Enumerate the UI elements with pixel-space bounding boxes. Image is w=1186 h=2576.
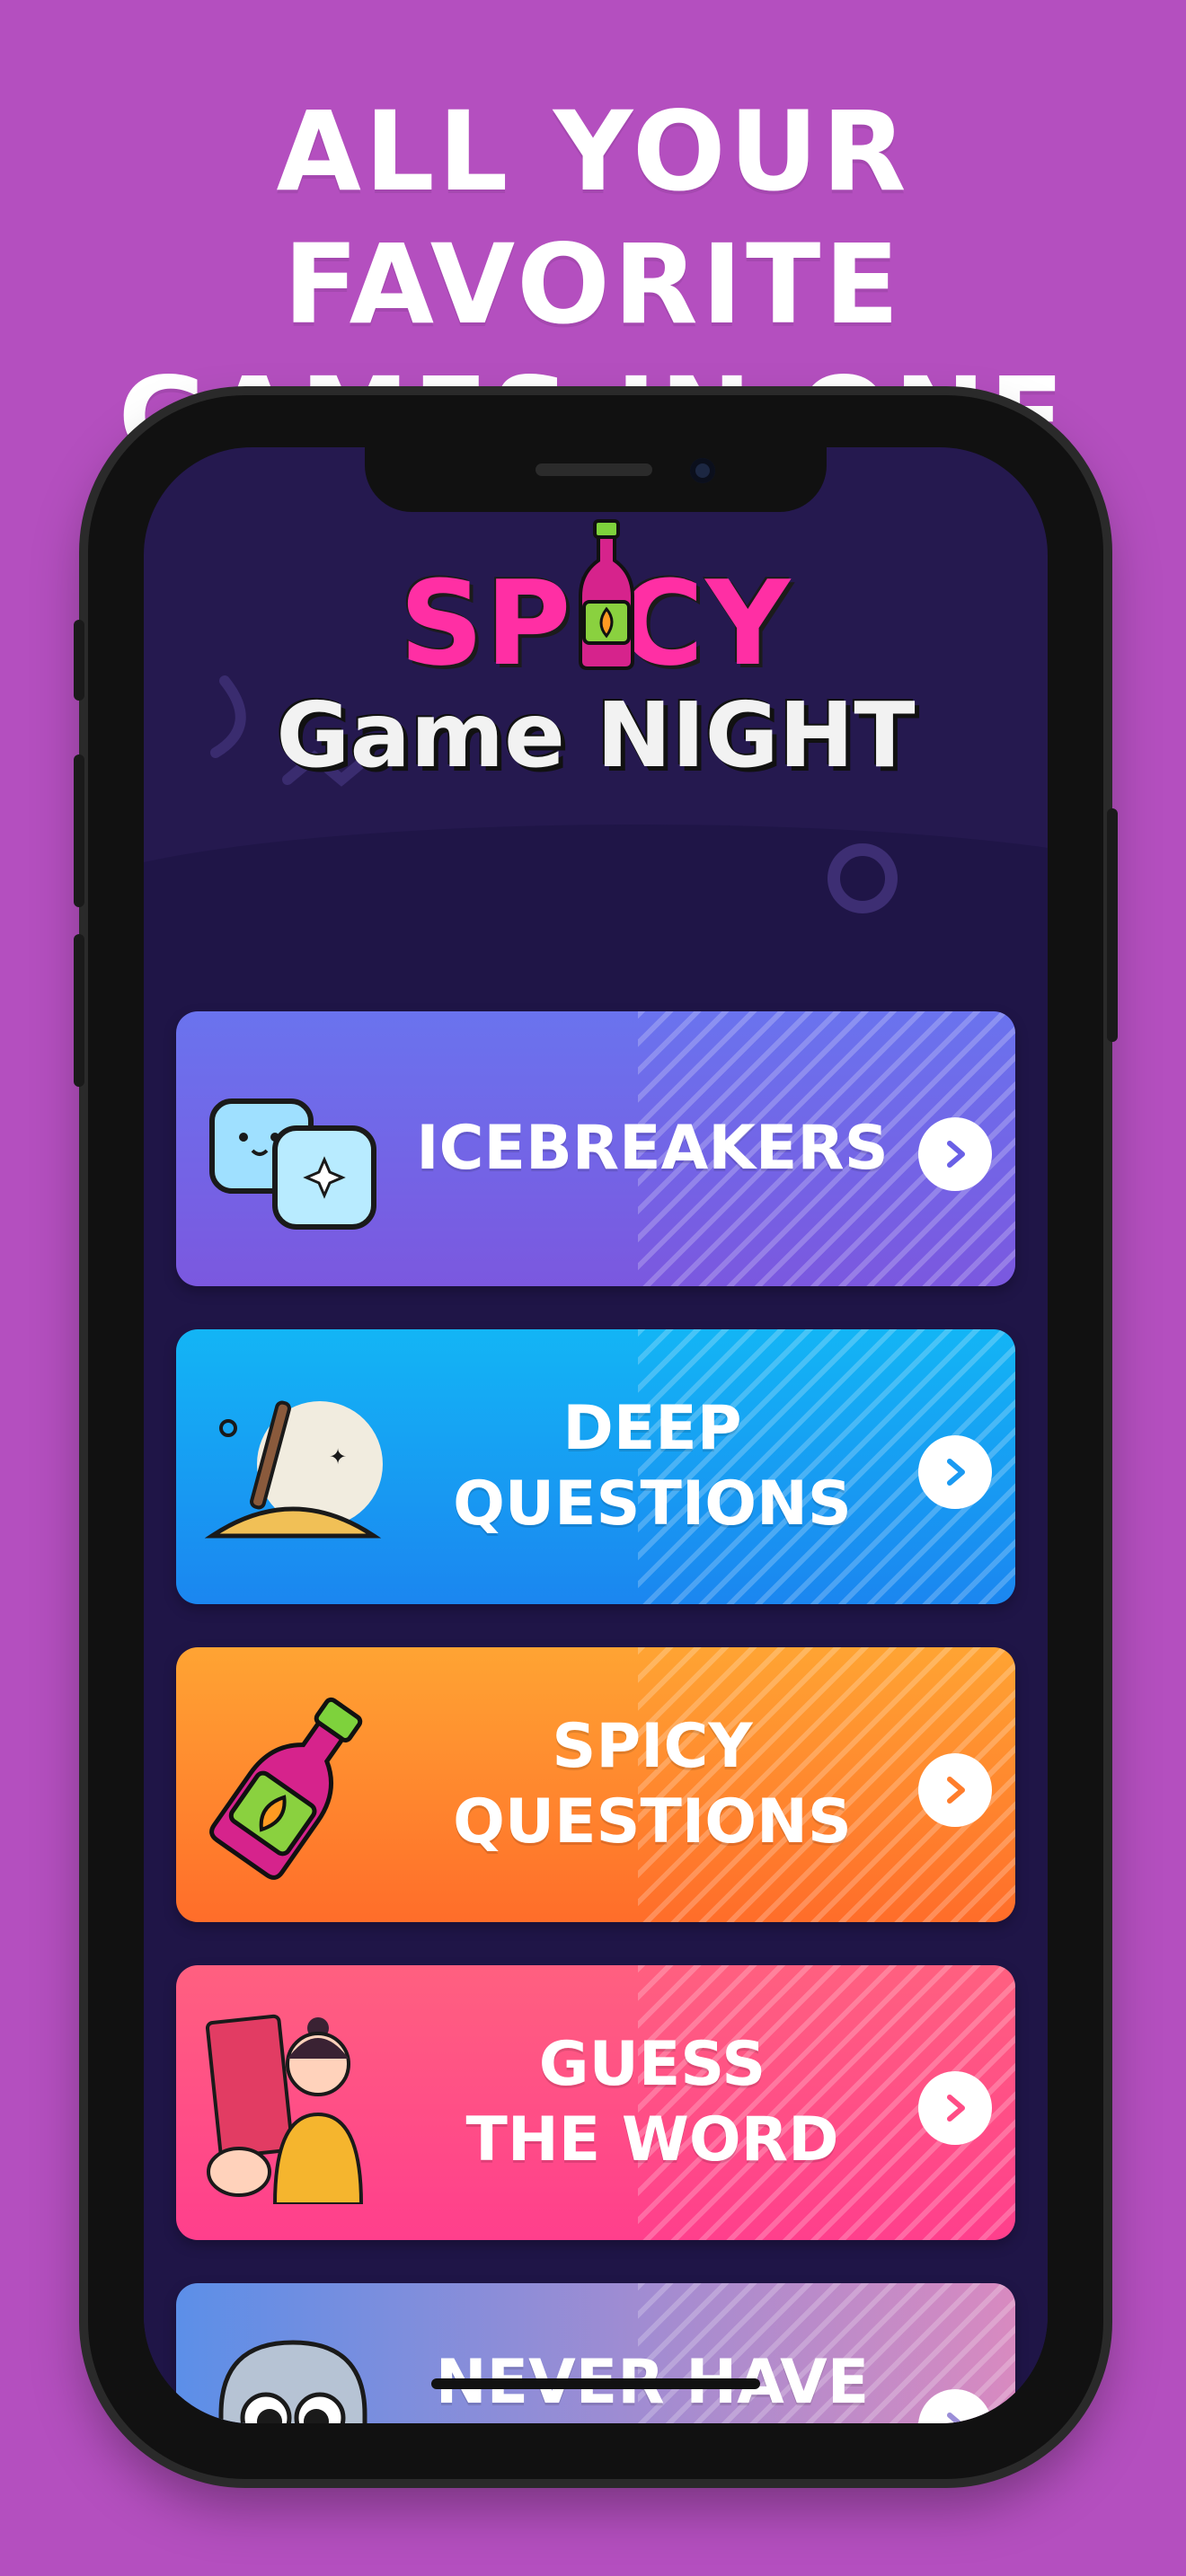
- logo-game-night-text: Game NIGHT: [276, 683, 916, 788]
- power-button: [1107, 808, 1118, 1042]
- speaker-icon: [535, 463, 652, 476]
- headline-line-1: ALL YOUR FAVORITE: [276, 88, 910, 348]
- ice-cubes-icon: [209, 1098, 376, 1230]
- ghost-face-icon: [218, 2340, 367, 2423]
- woman-card-icon: [205, 2014, 364, 2204]
- hot-sauce-bottle-icon: [579, 519, 634, 670]
- camera-icon: [690, 458, 715, 483]
- svg-text:✦: ✦: [329, 1444, 347, 1469]
- chevron-right-icon[interactable]: [918, 1435, 992, 1509]
- home-indicator[interactable]: [431, 2378, 760, 2389]
- chevron-right-icon[interactable]: [918, 1117, 992, 1191]
- shovel-moon-icon: ✦: [204, 1400, 383, 1539]
- game-card-deep-questions[interactable]: ✦ DEEP QUESTIONS: [176, 1329, 1015, 1604]
- game-label: GUESS THE WORD: [465, 2029, 839, 2175]
- ring-decor-icon: [828, 843, 898, 913]
- hot-sauce-bottle-icon: [209, 1697, 363, 1880]
- game-card-guess-the-word[interactable]: GUESS THE WORD: [176, 1965, 1015, 2240]
- mute-switch: [74, 620, 84, 701]
- game-label: NEVER HAVE I EVER: [435, 2347, 870, 2423]
- game-label: SPICY QUESTIONS: [453, 1711, 852, 1857]
- volume-up-button: [74, 754, 84, 907]
- phone-frame: SPICY Game NIGHT ICEBREAKERS: [74, 395, 1118, 2479]
- app-screen: SPICY Game NIGHT ICEBREAKERS: [144, 447, 1048, 2423]
- volume-down-button: [74, 934, 84, 1087]
- game-card-never-have-i-ever[interactable]: NEVER HAVE I EVER: [176, 2283, 1015, 2423]
- notch: [365, 447, 827, 512]
- game-card-icebreakers[interactable]: ICEBREAKERS: [176, 1011, 1015, 1286]
- game-label: ICEBREAKERS: [416, 1113, 889, 1184]
- game-label: DEEP QUESTIONS: [453, 1393, 852, 1539]
- game-card-spicy-questions[interactable]: SPICY QUESTIONS: [176, 1647, 1015, 1922]
- app-logo: SPICY Game NIGHT: [144, 519, 1048, 788]
- chevron-right-icon[interactable]: [918, 2071, 992, 2145]
- chevron-right-icon[interactable]: [918, 1753, 992, 1827]
